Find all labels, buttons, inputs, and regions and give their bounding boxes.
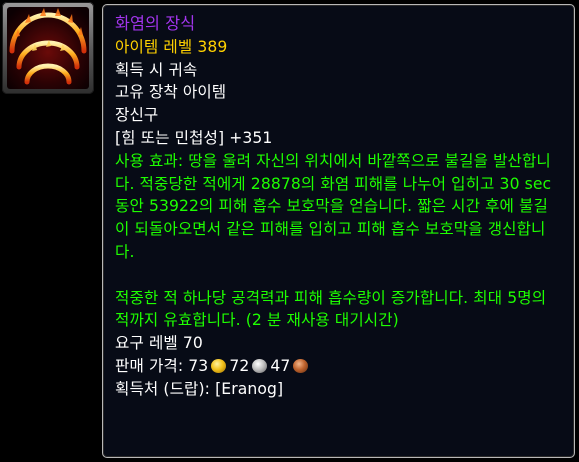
binding-text: 획득 시 귀속 bbox=[115, 60, 198, 79]
silver-coin-icon bbox=[252, 358, 268, 373]
unique-equipped-text: 고유 장착 아이템 bbox=[115, 83, 227, 102]
use-effect-block: 사용 효과: 땅을 울려 자신의 위치에서 바깥쪽으로 불길을 발산합니다. 적… bbox=[115, 150, 562, 332]
ring-of-fire-icon bbox=[7, 7, 89, 89]
gold-coin-icon bbox=[211, 358, 227, 373]
effect-bonus-text: 적중한 적 하나당 공격력과 피해 흡수량이 증가합니다. 최대 5명의 적까지… bbox=[115, 288, 547, 330]
sell-price: 판매 가격: 73 72 47 bbox=[115, 355, 562, 378]
required-level: 요구 레벨 70 bbox=[115, 334, 203, 353]
copper-coin-icon bbox=[293, 358, 309, 373]
gold-amount: 73 bbox=[188, 356, 209, 375]
use-effect-text: 사용 효과: 땅을 울려 자신의 위치에서 바깥쪽으로 불길을 발산합니다. 적… bbox=[115, 151, 552, 261]
item-source: 획득처 (드랍): [Eranog] bbox=[115, 379, 284, 398]
item-level: 아이템 레벨 389 bbox=[115, 37, 228, 56]
item-slot: 장신구 bbox=[115, 106, 159, 125]
silver-amount: 72 bbox=[229, 356, 250, 375]
item-tooltip: 화염의 장식 아이템 레벨 389 획득 시 귀속 고유 장착 아이템 장신구 … bbox=[102, 4, 575, 458]
primary-stat: [힘 또는 민첩성] +351 bbox=[115, 128, 273, 147]
item-icon-frame[interactable] bbox=[2, 2, 94, 94]
copper-amount: 47 bbox=[270, 356, 291, 375]
item-name: 화염의 장식 bbox=[115, 14, 196, 33]
sell-price-label: 판매 가격: bbox=[115, 356, 189, 375]
